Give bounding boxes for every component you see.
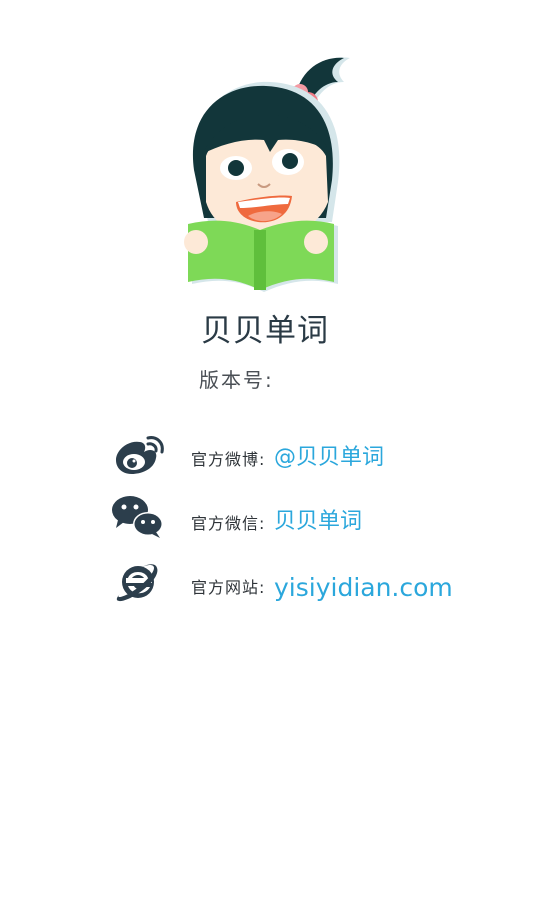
wechat-link[interactable]: 贝贝单词 (274, 508, 362, 536)
website-link[interactable]: yisiyidian.com (274, 574, 453, 602)
contact-row-website: 官方网站: yisiyidian.com (110, 558, 530, 606)
contact-row-weibo: 官方微博: @贝贝单词 (110, 430, 530, 478)
about-page: 贝贝单词 版本号: 官方微博: @贝贝单词 官方微信: 贝贝单词 官方网站: y… (0, 0, 544, 924)
contact-row-wechat: 官方微信: 贝贝单词 (110, 494, 530, 542)
wechat-icon (112, 496, 163, 538)
app-name-title: 贝贝单词 (201, 313, 329, 349)
ie-browser-icon (116, 564, 158, 602)
version-label: 版本号: (199, 368, 274, 392)
wechat-label: 官方微信: (191, 514, 266, 533)
website-label: 官方网站: (191, 578, 266, 597)
mascot-reading-girl-logo (184, 57, 350, 292)
weibo-icon (116, 436, 164, 474)
weibo-label: 官方微博: (191, 450, 266, 469)
weibo-link[interactable]: @贝贝单词 (274, 444, 384, 472)
